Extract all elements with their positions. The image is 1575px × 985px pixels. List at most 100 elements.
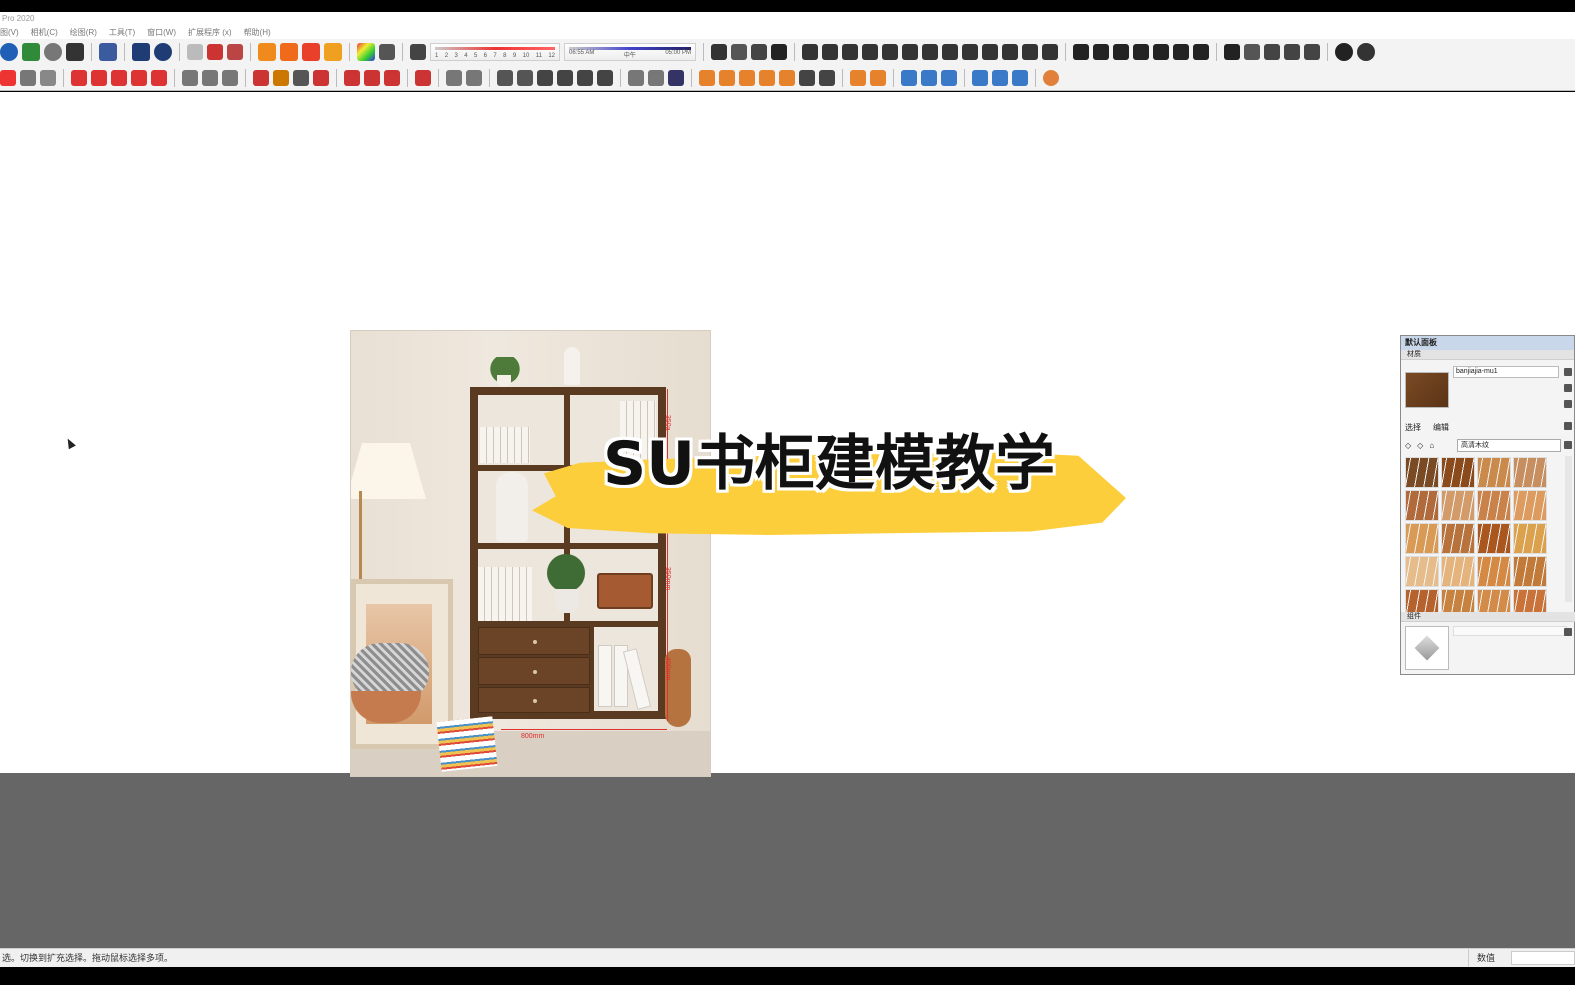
extension-icon[interactable]: [384, 69, 400, 86]
array-icon[interactable]: [1244, 44, 1260, 60]
lock-icon[interactable]: [1564, 628, 1572, 636]
user-dropdown-icon[interactable]: [466, 69, 482, 86]
chain-icon[interactable]: [1093, 44, 1109, 60]
menu-view[interactable]: 图(V): [0, 26, 19, 39]
window-tool-icon[interactable]: [731, 44, 747, 60]
tab-select[interactable]: 选择: [1405, 422, 1421, 433]
sandbox-from-scratch-icon[interactable]: [719, 69, 735, 86]
components-section-header[interactable]: 组件: [1401, 612, 1575, 622]
network-icon[interactable]: [1042, 44, 1058, 60]
line-tool-icon[interactable]: [751, 44, 767, 60]
menu-window[interactable]: 窗口(W): [147, 26, 176, 39]
smoove-icon[interactable]: [739, 69, 755, 86]
create-material-icon[interactable]: [1564, 384, 1572, 392]
drape-icon[interactable]: [779, 69, 795, 86]
shadow-date-slider[interactable]: 1 2 3 4 5 6 7 8 9 10 11 12: [430, 43, 560, 61]
zoom-extents-icon[interactable]: [313, 69, 329, 86]
wave-icon[interactable]: [1113, 44, 1129, 60]
rotate-icon[interactable]: [131, 69, 147, 86]
grid-ball-icon[interactable]: [44, 43, 62, 61]
share-model-icon[interactable]: [364, 69, 380, 86]
material-swatch[interactable]: [1513, 556, 1547, 587]
undo-icon[interactable]: [187, 44, 203, 60]
left-view-icon[interactable]: [597, 69, 613, 86]
arch-icon[interactable]: [882, 44, 898, 60]
menu-extensions[interactable]: 扩展程序 (x): [188, 26, 232, 39]
lock-icon[interactable]: [1564, 368, 1572, 376]
material-swatch[interactable]: [1477, 490, 1511, 521]
cloud-upload-icon[interactable]: [941, 69, 957, 86]
material-swatch[interactable]: [1477, 556, 1511, 587]
book-icon[interactable]: [1264, 44, 1280, 60]
spring-icon[interactable]: [922, 44, 938, 60]
menu-draw[interactable]: 绘图(R): [70, 26, 97, 39]
curve-icon[interactable]: [842, 44, 858, 60]
wall-tool-icon[interactable]: [711, 44, 727, 60]
material-swatch[interactable]: [1441, 457, 1475, 488]
cloud-icon[interactable]: [66, 43, 84, 61]
home-icon[interactable]: ⌂: [1429, 441, 1434, 450]
pan-icon[interactable]: [273, 69, 289, 86]
sample-paint-icon[interactable]: [1564, 400, 1572, 408]
axes-icon[interactable]: [648, 69, 664, 86]
stamp-icon[interactable]: [759, 69, 775, 86]
extension-manager-icon[interactable]: [324, 43, 342, 61]
flip-edge-icon[interactable]: [819, 69, 835, 86]
material-swatch[interactable]: [1405, 490, 1439, 521]
loop-icon[interactable]: [902, 44, 918, 60]
settings-icon[interactable]: [992, 69, 1008, 86]
shapes-icon[interactable]: [1022, 44, 1038, 60]
profile-icon[interactable]: [962, 44, 978, 60]
export-icon[interactable]: [280, 43, 298, 61]
paint-bucket-icon[interactable]: [40, 69, 56, 86]
section-icon[interactable]: [668, 69, 684, 86]
back-arrow-icon[interactable]: ◇: [1405, 441, 1411, 450]
material-swatch[interactable]: [1441, 523, 1475, 554]
pencil-icon[interactable]: [1564, 422, 1572, 430]
right-view-icon[interactable]: [557, 69, 573, 86]
tape-measure-icon[interactable]: [182, 69, 198, 86]
pencil-icon[interactable]: [628, 69, 644, 86]
bookcase-reference-image[interactable]: 350a 350mm 400mm 800mm: [350, 330, 711, 777]
swatch-scrollbar[interactable]: [1565, 456, 1572, 602]
menu-tools[interactable]: 工具(T): [109, 26, 135, 39]
push-pull-icon[interactable]: [71, 69, 87, 86]
component-name-field[interactable]: [1453, 626, 1567, 636]
extension-warehouse-icon[interactable]: [302, 43, 320, 61]
gear-icon[interactable]: [99, 43, 117, 61]
move-icon[interactable]: [111, 69, 127, 86]
select-icon[interactable]: [0, 69, 16, 86]
brush-icon[interactable]: [1304, 44, 1320, 60]
menu-help[interactable]: 帮助(H): [244, 26, 271, 39]
fence-icon[interactable]: [1173, 44, 1189, 60]
dimension-icon[interactable]: [202, 69, 218, 86]
chrome-icon[interactable]: [1043, 69, 1059, 86]
cloud-link-icon[interactable]: [901, 69, 917, 86]
layers-icon[interactable]: [942, 44, 958, 60]
pen-icon[interactable]: [1284, 44, 1300, 60]
material-swatch[interactable]: [1405, 457, 1439, 488]
measurements-input[interactable]: [1511, 951, 1575, 965]
offset-icon[interactable]: [822, 44, 838, 60]
zoom-icon[interactable]: [293, 69, 309, 86]
add-icon[interactable]: [0, 43, 18, 61]
ruby-icon[interactable]: [415, 69, 431, 86]
orbit-icon[interactable]: [253, 69, 269, 86]
joint-push-pull-icon[interactable]: [802, 44, 818, 60]
material-swatch[interactable]: [1441, 490, 1475, 521]
refresh-icon[interactable]: [1012, 69, 1028, 86]
import-icon[interactable]: [258, 43, 276, 61]
component-red-icon[interactable]: [207, 44, 223, 60]
component-group-icon[interactable]: [227, 44, 243, 60]
spiral-icon[interactable]: [1133, 44, 1149, 60]
menu-camera[interactable]: 相机(C): [31, 26, 58, 39]
material-swatch[interactable]: [1405, 523, 1439, 554]
3d-warehouse-icon[interactable]: [344, 69, 360, 86]
render-icon[interactable]: [1335, 43, 1353, 61]
eraser-icon[interactable]: [410, 44, 426, 60]
add-detail-icon[interactable]: [799, 69, 815, 86]
material-name-field[interactable]: banjiajia-mu1: [1453, 366, 1559, 378]
arc-icon[interactable]: [1073, 44, 1089, 60]
back-view-icon[interactable]: [577, 69, 593, 86]
material-swatch[interactable]: [1477, 457, 1511, 488]
